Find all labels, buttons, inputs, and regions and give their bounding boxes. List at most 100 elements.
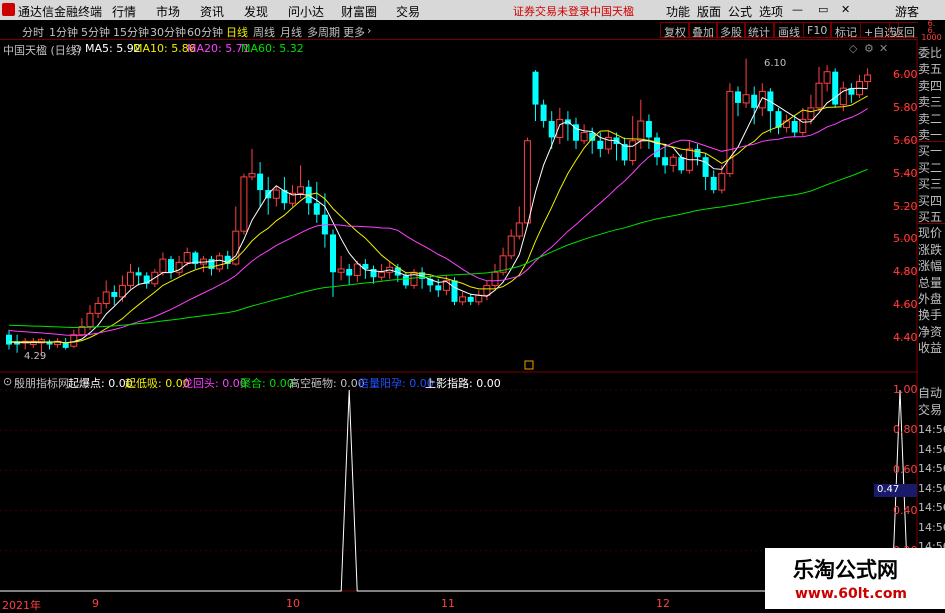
candle-down (435, 285, 442, 291)
candle-down (751, 94, 758, 108)
candle-down (402, 275, 409, 286)
low-price-label: 4.29 (24, 351, 47, 362)
candle-up (248, 173, 256, 178)
candle-down (6, 334, 12, 345)
candle-up (378, 271, 386, 278)
candle-down (702, 157, 709, 177)
date-12: 12 (656, 597, 670, 610)
candle-up (483, 284, 491, 296)
quote-item-6: 买一 (918, 142, 945, 159)
candle-up (523, 140, 531, 224)
trade-time: 14:56 (918, 442, 945, 456)
auto-trade-label[interactable]: 交易 (918, 401, 945, 418)
ind-qidixi: 起低吸: 0.00 (125, 377, 190, 390)
trade-time: 14:56 (918, 501, 945, 514)
candle-down (346, 268, 353, 276)
ind-shangyingzhilu: 上影指路: 0.00 (425, 377, 501, 390)
quote-item-13: 涨幅 (918, 257, 945, 274)
date-11: 11 (441, 597, 455, 610)
auto-trade-label[interactable]: 自动 (918, 384, 945, 401)
stock-label: 中国天楹 (日线) (3, 44, 82, 57)
candle-up (272, 189, 280, 199)
candle-down (62, 342, 69, 348)
quote-item-7: 买二 (918, 158, 945, 175)
ind-juhe: 聚合: 0.00 (240, 377, 294, 390)
candle-up (783, 120, 791, 129)
quote-item-2: 卖四 (918, 76, 945, 93)
candle-up (515, 222, 523, 237)
candle-down (662, 157, 669, 166)
ind-longhuitou: 龙回头: 0.00 (182, 377, 247, 390)
candle-down (257, 173, 264, 191)
quote-item-5: 卖一 (918, 126, 945, 142)
ma5-line (8, 87, 868, 344)
candle-down (548, 121, 555, 138)
candles-group (6, 58, 872, 357)
candle-up (718, 173, 726, 191)
candle-up (758, 90, 766, 109)
diamond-icon[interactable]: ◇ (849, 42, 857, 55)
high-price-label: 6.10 (764, 58, 787, 69)
close-pane-icon[interactable]: ✕ (879, 42, 888, 55)
candle-up (491, 271, 499, 286)
candle-up (807, 107, 815, 120)
candle-up (507, 235, 515, 257)
candle-down (735, 91, 741, 103)
candle-up (94, 302, 102, 314)
indicator-name: 殷朋指标网 (14, 377, 69, 390)
quote-item-8: 买三 (918, 175, 945, 192)
trade-time: 14:56 (918, 423, 945, 436)
candle-up (823, 71, 831, 84)
candle-up (637, 120, 645, 142)
trade-time: 14:56 (918, 462, 945, 475)
right-top-values: 6. 6. 1000 (918, 20, 945, 44)
candle-up (127, 271, 134, 286)
candle-up (159, 258, 167, 273)
watermark-title: 乐淘公式网 (793, 557, 898, 582)
settings-icon[interactable]: ⚙ (864, 42, 874, 55)
quote-item-15: 外盘 (918, 290, 945, 306)
ind-beiliangyangyun: 倍量阳孕: 0.00 (358, 377, 434, 390)
candle-down (467, 296, 474, 302)
candle-up (580, 132, 588, 142)
candle-down (654, 137, 660, 158)
candle-down (678, 157, 685, 171)
quote-item-12: 涨跌 (918, 240, 945, 257)
quote-item-0: 委比 (918, 44, 945, 60)
top-value-3: 1000 (921, 33, 942, 42)
candle-down (168, 259, 174, 273)
indicator-toggle-icon[interactable]: ⊙ (3, 375, 12, 388)
candle-up (742, 94, 750, 104)
ind-gaokongzawu: 高空砸物: 0.00 (289, 377, 365, 390)
trade-time: 14:56 (918, 520, 945, 534)
candle-up (669, 156, 677, 166)
candle-up (556, 118, 564, 138)
kline-chart[interactable] (0, 0, 918, 609)
date-2021: 2021年 (2, 599, 41, 612)
candle-up (118, 284, 126, 298)
candle-up (353, 263, 361, 277)
ma-lines-group (8, 87, 868, 344)
candle-up (183, 252, 191, 263)
candle-down (694, 148, 701, 158)
candle-down (540, 104, 547, 122)
quote-item-4: 卖二 (918, 109, 945, 126)
indicator-current-value: 0.47 (874, 484, 917, 497)
candle-down (832, 71, 839, 105)
quote-item-16: 换手 (918, 306, 945, 323)
candle-down (313, 203, 320, 215)
ma60-line (8, 168, 868, 328)
quote-item-10: 买五 (918, 208, 945, 224)
candle-down (597, 140, 604, 149)
quote-item-14: 总量 (918, 273, 945, 290)
quote-item-17: 净资 (918, 322, 945, 339)
quote-item-9: 买四 (918, 191, 945, 208)
candle-down (532, 71, 539, 105)
ind-qibaodian: 起爆点: 0.00 (68, 377, 133, 390)
ma20-line (8, 108, 868, 336)
candle-up (815, 82, 823, 109)
dropdown-icon[interactable]: ⊙ (73, 42, 82, 55)
candle-down (645, 121, 652, 138)
candle-up (297, 186, 305, 194)
candle-up (864, 74, 872, 83)
